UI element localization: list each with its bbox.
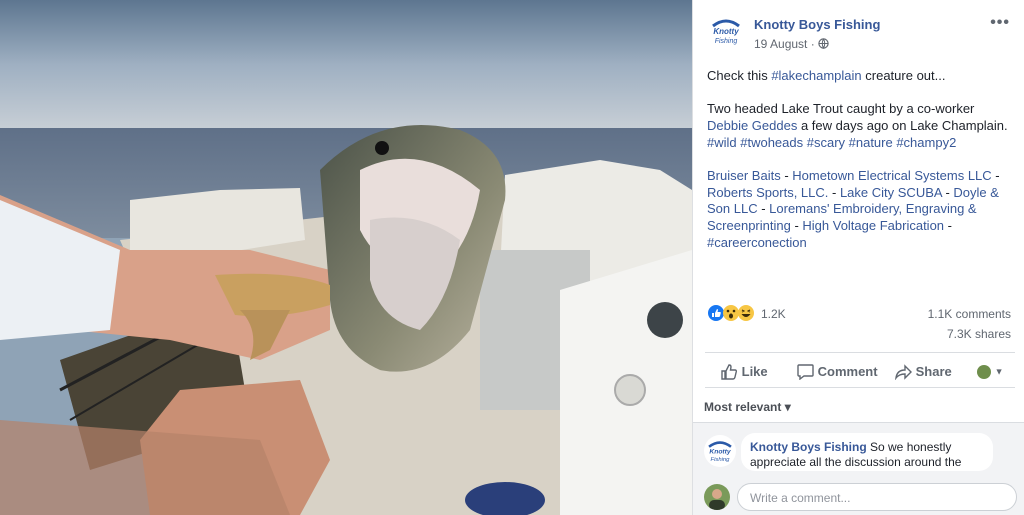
separator: - [991, 167, 1000, 183]
para2-text-a: Two headed Lake Trout caught by a co-wor… [707, 101, 975, 117]
reaction-count[interactable]: 1.2K [761, 307, 786, 321]
hashtag-careerconection[interactable]: #careerconection [707, 235, 807, 250]
reaction-as-selector[interactable]: ▼ [977, 363, 1004, 379]
separator: - [828, 184, 840, 200]
current-user-avatar [704, 484, 730, 510]
share-button[interactable]: Share [894, 363, 952, 381]
line1-suffix: creature out... [861, 68, 946, 83]
comment-composer: Write a comment... [693, 478, 1024, 515]
comment-author[interactable]: Knotty Boys Fishing [750, 440, 867, 454]
mention-debbie-geddes[interactable]: Debbie Geddes [707, 118, 797, 133]
para2-text-b: a few days ago on Lake Champlain. [797, 117, 1008, 133]
svg-text:Knotty: Knotty [713, 27, 739, 36]
reaction-summary: 1.2K 1.1K comments 7.3K shares [707, 304, 1011, 341]
line1-prefix: Check this [707, 68, 772, 83]
chevron-down-icon: ▼ [994, 366, 1004, 377]
comments-count[interactable]: 1.1K comments [928, 307, 1011, 321]
commenter-avatar[interactable]: Knotty Fishing [704, 435, 736, 467]
separator: - [757, 201, 770, 217]
svg-text:Fishing: Fishing [715, 38, 738, 45]
page-avatar[interactable]: Knotty Fishing [707, 12, 745, 50]
post-meta: 19 August · [754, 37, 829, 51]
post-actions-bar: Like Comment Share ▼ [705, 352, 1015, 388]
hashtags-line[interactable]: #wild #twoheads #scary #nature #champy2 [707, 135, 956, 150]
comment-placeholder: Write a comment... [750, 491, 851, 505]
comment-label: Comment [817, 364, 878, 380]
tag-roberts-sports[interactable]: Roberts Sports, LLC. [707, 185, 828, 200]
knotty-boys-logo-icon: Knotty Fishing [704, 435, 736, 467]
thumbs-up-icon [721, 363, 738, 380]
post-paragraph-3: Bruiser Baits - Hometown Electrical Syst… [707, 168, 1015, 252]
page-name-link[interactable]: Knotty Boys Fishing [754, 17, 880, 32]
comment-button[interactable]: Comment [797, 363, 878, 380]
comment-input[interactable]: Write a comment... [737, 483, 1017, 511]
share-arrow-icon [894, 363, 912, 381]
facebook-photo-viewer: Knotty Fishing Knotty Boys Fishing 19 Au… [0, 0, 1024, 515]
post-header: Knotty Fishing Knotty Boys Fishing 19 Au… [707, 12, 1012, 54]
hashtag-lakechamplain[interactable]: #lakechamplain [771, 68, 861, 83]
more-options-icon[interactable]: ••• [990, 14, 1010, 32]
post-photo[interactable] [0, 0, 692, 515]
wow-reaction-icon [723, 305, 739, 321]
post-details-panel: Knotty Fishing Knotty Boys Fishing 19 Au… [692, 0, 1024, 515]
shares-count[interactable]: 7.3K shares [947, 327, 1011, 341]
comment-bubble-icon [797, 363, 814, 380]
like-button[interactable]: Like [721, 363, 768, 380]
comment-bubble: Knotty Boys Fishing So we honestly appre… [741, 433, 993, 471]
separator: - [941, 184, 954, 200]
reaction-icons[interactable] [707, 304, 757, 325]
fish-photo-image [0, 0, 692, 515]
post-paragraph-2: Two headed Lake Trout caught by a co-wor… [707, 101, 1015, 151]
post-line-1: Check this #lakechamplain creature out..… [707, 68, 1015, 85]
svg-text:Fishing: Fishing [711, 457, 731, 463]
post-text: Check this #lakechamplain creature out..… [707, 68, 1015, 268]
meta-separator: · [810, 37, 815, 51]
post-date[interactable]: 19 August [754, 37, 807, 51]
separator: - [944, 217, 952, 233]
tag-hometown-electrical[interactable]: Hometown Electrical Systems LLC [792, 168, 991, 183]
separator: - [790, 217, 803, 233]
share-label: Share [915, 364, 952, 380]
tag-bruiser-baits[interactable]: Bruiser Baits [707, 168, 781, 183]
comment-sort-dropdown[interactable]: Most relevant ▾ [704, 400, 791, 414]
tag-lake-city-scuba[interactable]: Lake City SCUBA [840, 185, 942, 200]
separator: - [780, 167, 793, 183]
haha-reaction-icon [738, 305, 754, 321]
knotty-boys-logo-icon: Knotty Fishing [708, 13, 744, 49]
like-label: Like [741, 364, 768, 380]
globe-icon [818, 37, 829, 51]
tag-high-voltage-fabrication[interactable]: High Voltage Fabrication [802, 218, 944, 233]
svg-text:Knotty: Knotty [709, 449, 732, 456]
like-reaction-icon [708, 305, 724, 321]
user-avatar-small-icon [977, 364, 991, 379]
